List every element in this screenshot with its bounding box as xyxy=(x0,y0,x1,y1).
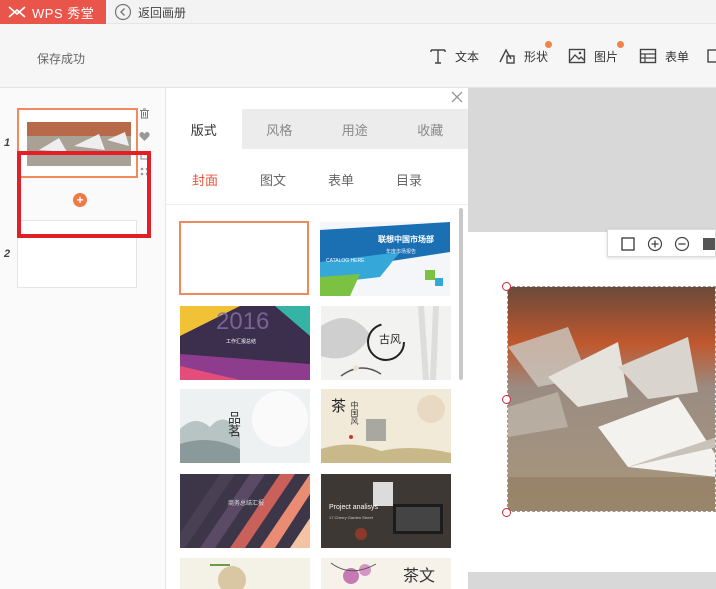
image-icon xyxy=(567,41,624,66)
image-toolbar xyxy=(607,229,716,257)
text-icon xyxy=(428,46,448,66)
crop-square-icon[interactable] xyxy=(620,236,636,252)
fill-icon[interactable] xyxy=(701,236,716,252)
template-chinese-wind[interactable]: 茶 中国风 xyxy=(321,389,451,463)
image-tool-button[interactable]: 图片 xyxy=(567,41,624,70)
resize-handle-bottom-left[interactable] xyxy=(502,508,511,517)
selected-photo[interactable] xyxy=(507,286,716,512)
template-blank[interactable] xyxy=(179,221,309,295)
form-tool-button[interactable]: 表单 xyxy=(638,42,689,70)
template-catalog[interactable]: 联想中国市场部 CATALOG HERE 年度市场报告 xyxy=(320,222,450,296)
template-project[interactable]: Project analisys 17 Cherry Garden Street xyxy=(321,474,451,548)
chinese-wind-subtitle: 中国风 xyxy=(350,401,359,425)
stripes-art xyxy=(180,474,310,548)
more-tool-button[interactable] xyxy=(706,42,716,70)
shape-icon xyxy=(497,41,552,66)
brand-logo[interactable]: WPS 秀堂 xyxy=(0,0,106,24)
paper-planes-photo xyxy=(508,287,715,511)
template-pinming[interactable]: 品茗 xyxy=(180,389,310,463)
template-stripes[interactable]: 商务总结汇报 xyxy=(180,474,310,548)
stripes-title: 商务总结汇报 xyxy=(228,501,265,507)
slide-number: 2 xyxy=(4,248,11,260)
template-panel: 版式 风格 用途 收藏 封面 图文 表单 目录 联想中国市场部 CATALOG … xyxy=(166,88,468,589)
tab-layout[interactable]: 版式 xyxy=(166,109,242,149)
2016-big-year: 2016 xyxy=(216,308,270,335)
heart-icon[interactable] xyxy=(139,131,150,142)
template-category-tabs: 版式 风格 用途 收藏 xyxy=(166,109,468,149)
text-tool-button[interactable]: 文本 xyxy=(428,42,479,70)
brand-name: WPS 秀堂 xyxy=(32,5,95,21)
slide-number: 1 xyxy=(4,137,11,149)
grid-icon xyxy=(706,46,716,66)
wps-logo-icon xyxy=(8,6,26,18)
catalog-subtitle: CATALOG HERE xyxy=(326,258,365,264)
shape-tool-button[interactable]: 形状 xyxy=(497,41,552,70)
editing-canvas xyxy=(468,88,716,589)
image-badge xyxy=(617,41,624,48)
back-to-album-button[interactable]: 返回画册 xyxy=(114,3,186,21)
pinming-art xyxy=(180,391,308,463)
project-title: Project analisys xyxy=(329,504,379,511)
catalog-caption: 年度市场报告 xyxy=(386,249,417,255)
tab-usage[interactable]: 用途 xyxy=(317,109,393,149)
back-label: 返回画册 xyxy=(138,5,187,20)
close-icon[interactable] xyxy=(451,91,463,103)
template-tea[interactable]: 茶文 xyxy=(321,558,451,589)
template-scrollbar[interactable] xyxy=(459,208,463,380)
2016-subtitle: 工作汇报总结 xyxy=(226,339,257,345)
zoom-in-icon[interactable] xyxy=(647,236,663,252)
resize-handle-left[interactable] xyxy=(502,395,511,404)
highlight-annotation-box xyxy=(17,151,151,238)
project-subtitle: 17 Cherry Garden Street xyxy=(329,515,373,520)
catalog-title: 联想中国市场部 xyxy=(378,235,434,244)
pinming-title: 品茗 xyxy=(226,411,241,437)
subtab-form[interactable]: 表单 xyxy=(328,170,354,189)
project-art xyxy=(321,474,451,548)
template-2016[interactable]: 2016 工作汇报总结 xyxy=(180,306,310,380)
chinese-wind-title: 茶 xyxy=(331,398,347,415)
shape-badge xyxy=(545,41,552,48)
subtab-catalog[interactable]: 目录 xyxy=(396,170,422,189)
resize-handle-top-left[interactable] xyxy=(502,282,511,291)
subtab-image-text[interactable]: 图文 xyxy=(260,170,286,189)
top-bar: WPS 秀堂 返回画册 xyxy=(0,0,716,24)
subtab-cover[interactable]: 封面 xyxy=(192,170,218,189)
gufeng-title: 古风 xyxy=(379,334,401,346)
zoom-out-icon[interactable] xyxy=(674,236,690,252)
landscape-art xyxy=(210,564,246,589)
tab-style[interactable]: 风格 xyxy=(242,109,318,149)
back-arrow-icon xyxy=(114,3,132,21)
trash-icon[interactable] xyxy=(139,108,150,119)
form-icon xyxy=(638,46,658,66)
tea-title: 茶文 xyxy=(403,568,436,585)
template-subtabs: 封面 图文 表单 目录 xyxy=(166,149,468,205)
template-landscape[interactable] xyxy=(180,558,310,589)
editor-toolbar: 保存成功 文本 形状 图片 表单 xyxy=(0,24,716,88)
tab-favorites[interactable]: 收藏 xyxy=(393,109,469,149)
save-status: 保存成功 xyxy=(37,52,86,66)
template-gufeng[interactable]: 古风 xyxy=(321,306,451,380)
